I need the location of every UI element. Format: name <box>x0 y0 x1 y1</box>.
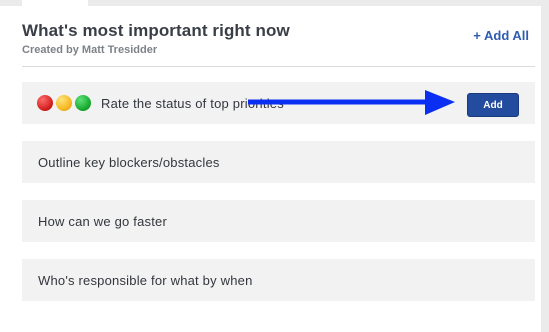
page-title: What's most important right now <box>22 21 290 40</box>
yellow-circle-icon <box>56 95 72 111</box>
divider <box>22 66 535 67</box>
card-header: What's most important right now Created … <box>22 21 535 56</box>
list-item-label: How can we go faster <box>38 213 168 229</box>
status-dots <box>37 95 94 111</box>
list-item[interactable]: Outline key blockers/obstacles <box>22 141 535 183</box>
add-button[interactable]: Add <box>467 93 519 117</box>
list-item-label: Who's responsible for what by when <box>38 272 253 288</box>
list-item-label: Outline key blockers/obstacles <box>38 154 220 170</box>
list-item[interactable]: Who's responsible for what by when <box>22 259 535 301</box>
list-item-status[interactable]: Rate the status of top priorities Add <box>22 82 535 124</box>
list-item[interactable]: How can we go faster <box>22 200 535 242</box>
green-circle-icon <box>75 95 91 111</box>
add-all-button[interactable]: + Add All <box>473 28 529 43</box>
creator-subtitle: Created by Matt Tresidder <box>22 44 158 56</box>
list-item-label: Rate the status of top priorities <box>101 95 284 111</box>
red-circle-icon <box>37 95 53 111</box>
